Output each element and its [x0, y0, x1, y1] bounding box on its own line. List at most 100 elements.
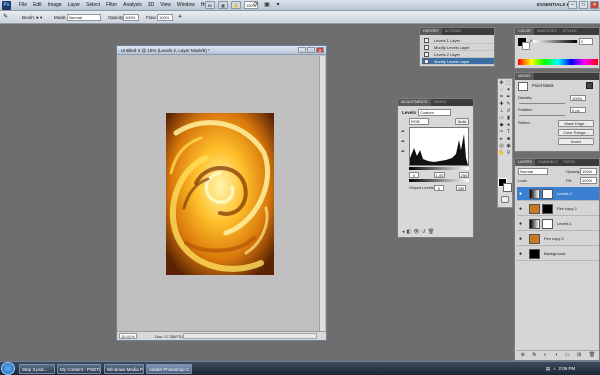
history-row[interactable]: Levels 2 Layer — [422, 51, 494, 58]
levels-adjustment-icon[interactable] — [529, 219, 540, 229]
levels-adjustment-icon[interactable] — [529, 189, 540, 199]
link-layers-icon[interactable]: ⊕ — [521, 351, 525, 359]
layer-opacity-field[interactable]: 100% — [580, 168, 597, 175]
tab-masks[interactable]: Masks — [515, 73, 534, 80]
type-tool-icon[interactable]: T — [505, 129, 512, 135]
zoom-tool-icon[interactable]: ⚲ — [505, 150, 512, 156]
menu-analysis[interactable]: Analysis — [120, 0, 145, 11]
history-row[interactable]: Levels 1 Layer — [422, 37, 494, 44]
history-row-selected[interactable]: Modify Levels Layer — [422, 58, 494, 65]
start-button[interactable] — [1, 362, 15, 375]
taskbar-item[interactable]: Step 3.psd... — [19, 364, 55, 374]
lasso-tool-icon[interactable]: ◌ — [498, 87, 505, 93]
layer-row[interactable]: ● Levels 2 — [517, 187, 599, 201]
blur-tool-icon[interactable]: ◆ — [498, 122, 505, 128]
document-titlebar[interactable]: Untitled-3 @ 15% (Levels 2, Layer Mask/8… — [117, 46, 326, 55]
auto-button[interactable]: Auto — [455, 118, 469, 125]
color-background-swatch[interactable] — [522, 42, 530, 50]
stamp-tool-icon[interactable]: ⊥ — [498, 108, 505, 114]
taskbar-item[interactable]: Adobe Photoshop C... — [146, 364, 192, 374]
shape-tool-icon[interactable]: ■ — [505, 136, 512, 142]
k-slider[interactable] — [533, 40, 577, 43]
tab-swatches[interactable]: Swatches — [534, 28, 560, 35]
gray-eyedropper-icon[interactable]: ✒ — [401, 139, 405, 145]
pen-tool-icon[interactable]: ✑ — [498, 129, 505, 135]
path-select-tool-icon[interactable]: ▸ — [498, 136, 505, 142]
3d-rotate-tool-icon[interactable]: ◎ — [498, 143, 505, 149]
opacity-field[interactable]: 100% — [123, 14, 139, 21]
taskbar-item[interactable]: Windows Media Player — [104, 364, 144, 374]
tab-layers[interactable]: Layers — [515, 159, 535, 166]
output-black-field[interactable]: 0 — [434, 185, 444, 191]
layer-row[interactable]: ● Background — [517, 247, 599, 261]
move-tool-icon[interactable]: ✥ — [498, 80, 505, 86]
hand-tool-icon[interactable]: ✋ — [231, 1, 241, 9]
extras-icon[interactable]: ▾ — [274, 1, 282, 9]
doc-minimize-button[interactable]: – — [298, 47, 306, 53]
menu-3d[interactable]: 3D — [145, 0, 157, 11]
adjustment-layer-icon[interactable]: ◑ — [554, 351, 557, 359]
channel-select[interactable]: RGB — [409, 118, 429, 125]
healing-tool-icon[interactable]: ✚ — [498, 101, 505, 107]
screen-mode-icon[interactable]: ▣ — [263, 1, 271, 9]
tab-history[interactable]: History — [420, 28, 442, 35]
menu-window[interactable]: Window — [174, 0, 198, 11]
background-color-swatch[interactable] — [503, 183, 512, 192]
menu-select[interactable]: Select — [83, 0, 103, 11]
network-icon[interactable]: ▤ — [546, 364, 550, 374]
menu-image[interactable]: Image — [45, 0, 65, 11]
menu-file[interactable]: File — [16, 0, 30, 11]
dodge-tool-icon[interactable]: ● — [505, 122, 512, 128]
input-white-field[interactable]: 255 — [459, 172, 469, 178]
invert-button[interactable]: Invert — [558, 138, 594, 145]
visibility-eye-icon[interactable]: ● — [519, 206, 522, 212]
feather-field[interactable]: 0 px — [570, 107, 586, 113]
layer-thumbnail[interactable] — [529, 204, 540, 214]
doc-close-button[interactable]: ✕ — [316, 47, 324, 53]
back-arrow-icon[interactable]: ◂ — [402, 229, 405, 235]
preset-select[interactable]: Custom — [418, 109, 451, 116]
tab-masks[interactable]: Masks — [431, 99, 450, 106]
hand-tool-icon[interactable]: ✋ — [498, 150, 505, 156]
gradient-tool-icon[interactable]: ▮ — [505, 115, 512, 121]
marquee-tool-icon[interactable]: ⬚ — [505, 80, 512, 86]
fx-icon[interactable]: fx — [532, 351, 536, 359]
fill-field[interactable]: 100% — [580, 177, 597, 184]
layer-row[interactable]: ● Fire copy 2 — [517, 202, 599, 216]
menu-view[interactable]: View — [157, 0, 174, 11]
k-value-field[interactable]: 0 — [579, 38, 593, 45]
airbrush-icon[interactable]: ✈ — [178, 14, 182, 21]
minimize-button[interactable]: – — [568, 1, 577, 9]
zoom-percent-field[interactable]: 15.91% — [119, 333, 137, 339]
tab-channels[interactable]: Channels — [535, 159, 561, 166]
output-levels-gradient[interactable] — [409, 179, 469, 182]
mask-edge-button[interactable]: Mask Edge... — [558, 120, 594, 127]
color-ramp[interactable] — [518, 59, 598, 65]
eyedropper-tool-icon[interactable]: ✒ — [505, 94, 512, 100]
doc-maximize-button[interactable]: □ — [307, 47, 315, 53]
output-white-field[interactable]: 255 — [456, 185, 466, 191]
clip-icon[interactable]: ◧ — [407, 229, 412, 235]
brush-tool-icon[interactable]: ✎ — [3, 14, 8, 21]
workspace-switcher[interactable]: ESSENTIALS ▾ — [537, 2, 569, 8]
quick-mask-icon[interactable] — [501, 196, 509, 203]
bridge-button[interactable]: Br — [205, 1, 215, 9]
taskbar-item[interactable]: My Content - PSDTu... — [57, 364, 101, 374]
layer-thumbnail[interactable] — [529, 234, 540, 244]
tab-adjustments[interactable]: Adjustments — [398, 99, 431, 106]
blend-mode-select[interactable]: Normal — [518, 168, 548, 175]
tab-color[interactable]: Color — [515, 28, 534, 35]
layer-row[interactable]: ● Levels 1 — [517, 217, 599, 231]
clock[interactable]: 2:06 PM — [559, 364, 576, 374]
mode-select[interactable]: Normal — [67, 14, 101, 21]
add-mask-icon[interactable]: ◐ — [544, 351, 547, 359]
menu-edit[interactable]: Edit — [30, 0, 45, 11]
close-button[interactable]: ✕ — [590, 1, 599, 9]
document-horizontal-scrollbar[interactable] — [183, 333, 317, 339]
density-field[interactable]: 100% — [570, 95, 586, 101]
history-brush-tool-icon[interactable]: ↺ — [505, 108, 512, 114]
feather-slider[interactable] — [519, 115, 565, 116]
visibility-eye-icon[interactable]: ● — [519, 191, 522, 197]
crop-tool-icon[interactable]: ⌗ — [498, 94, 505, 100]
document-vertical-scrollbar[interactable] — [319, 56, 325, 332]
